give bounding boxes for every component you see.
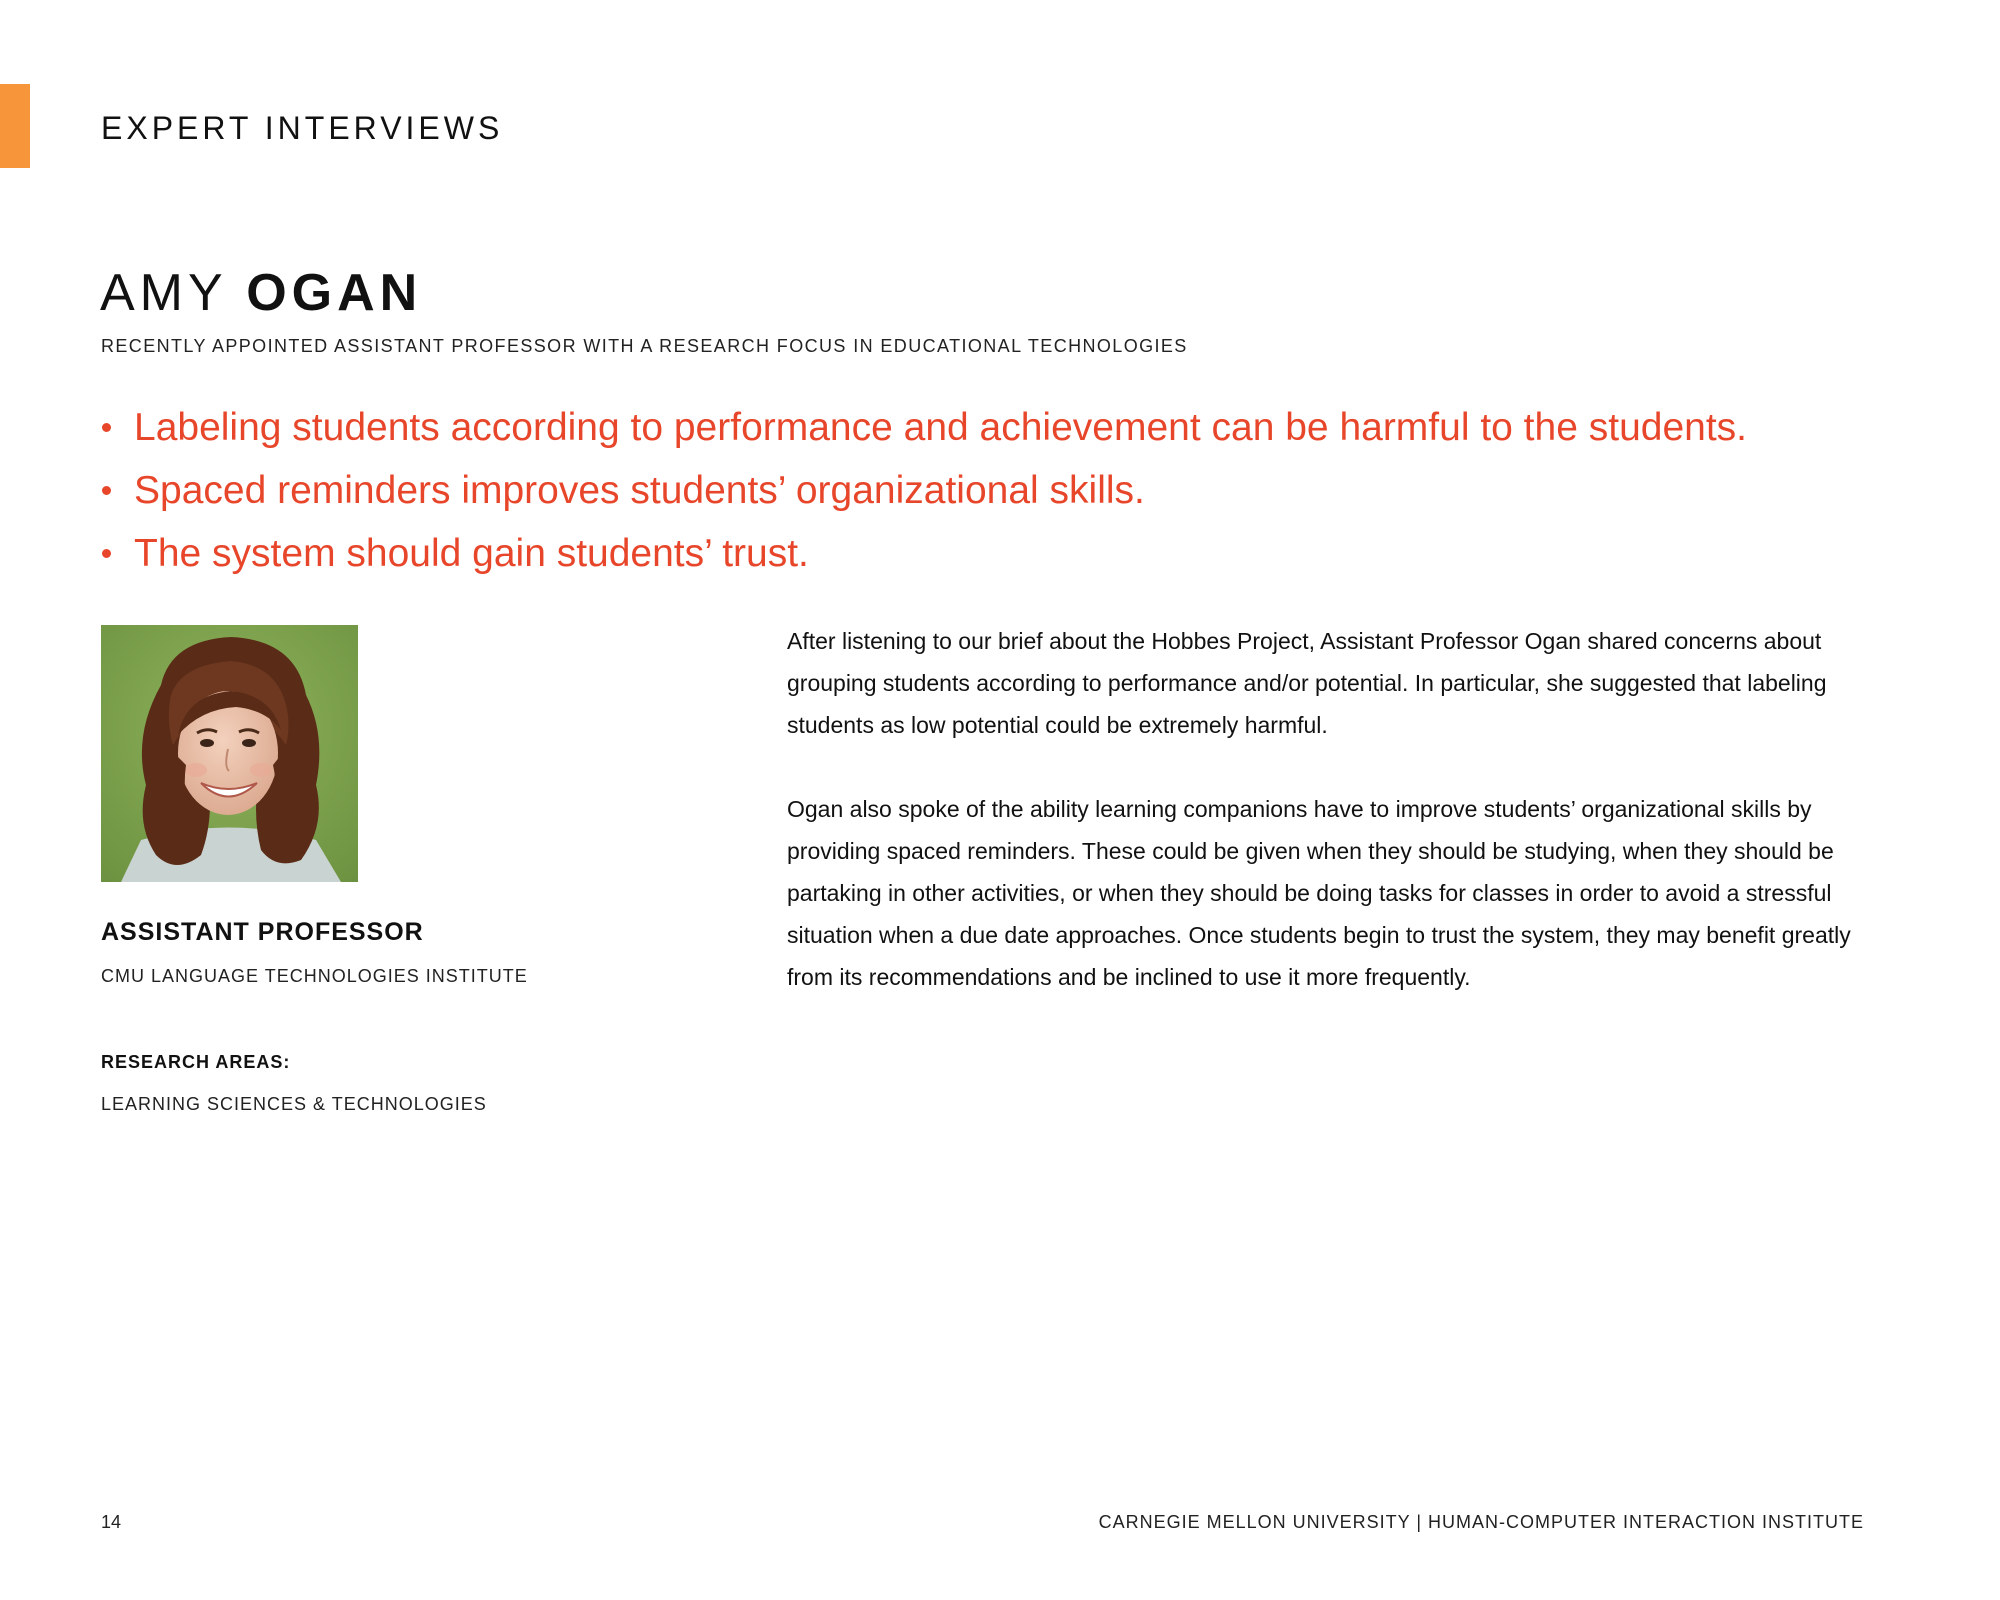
research-areas-heading: RESEARCH AREAS: [101, 1052, 291, 1072]
key-takeaways-list: Labeling students according to performan… [100, 396, 1747, 585]
expert-first-name: AMY [100, 264, 227, 322]
expert-portrait-photo [101, 625, 358, 882]
summary-paragraph: Ogan also spoke of the ability learning … [787, 796, 1851, 990]
takeaway-item: Spaced reminders improves students’ orga… [100, 459, 1747, 522]
section-title: EXPERT INTERVIEWS [101, 110, 504, 146]
interview-summary: After listening to our brief about the H… [787, 620, 1877, 1040]
research-areas-value: LEARNING SCIENCES & TECHNOLOGIES [101, 1094, 487, 1114]
takeaway-text: Spaced reminders improves students’ orga… [134, 469, 1145, 512]
expert-role: ASSISTANT PROFESSOR [101, 918, 424, 946]
page-number: 14 [101, 1512, 122, 1532]
takeaway-text: The system should gain students’ trust. [134, 532, 809, 575]
expert-institute: CMU LANGUAGE TECHNOLOGIES INSTITUTE [101, 966, 528, 986]
bullet-icon [102, 549, 111, 558]
expert-name: AMY OGAN [100, 262, 422, 324]
takeaway-text: Labeling students according to performan… [134, 406, 1747, 449]
takeaway-item: The system should gain students’ trust. [100, 522, 1747, 585]
footer-organization: CARNEGIE MELLON UNIVERSITY | HUMAN-COMPU… [1098, 1512, 1864, 1532]
portrait-illustration [101, 625, 358, 882]
bullet-icon [102, 423, 111, 432]
takeaway-item: Labeling students according to performan… [100, 396, 1747, 459]
bullet-icon [102, 486, 111, 495]
summary-paragraph: After listening to our brief about the H… [787, 628, 1827, 738]
expert-subtitle: RECENTLY APPOINTED ASSISTANT PROFESSOR W… [101, 336, 1188, 356]
expert-last-name: OGAN [246, 264, 423, 322]
section-accent-tab [0, 84, 30, 168]
